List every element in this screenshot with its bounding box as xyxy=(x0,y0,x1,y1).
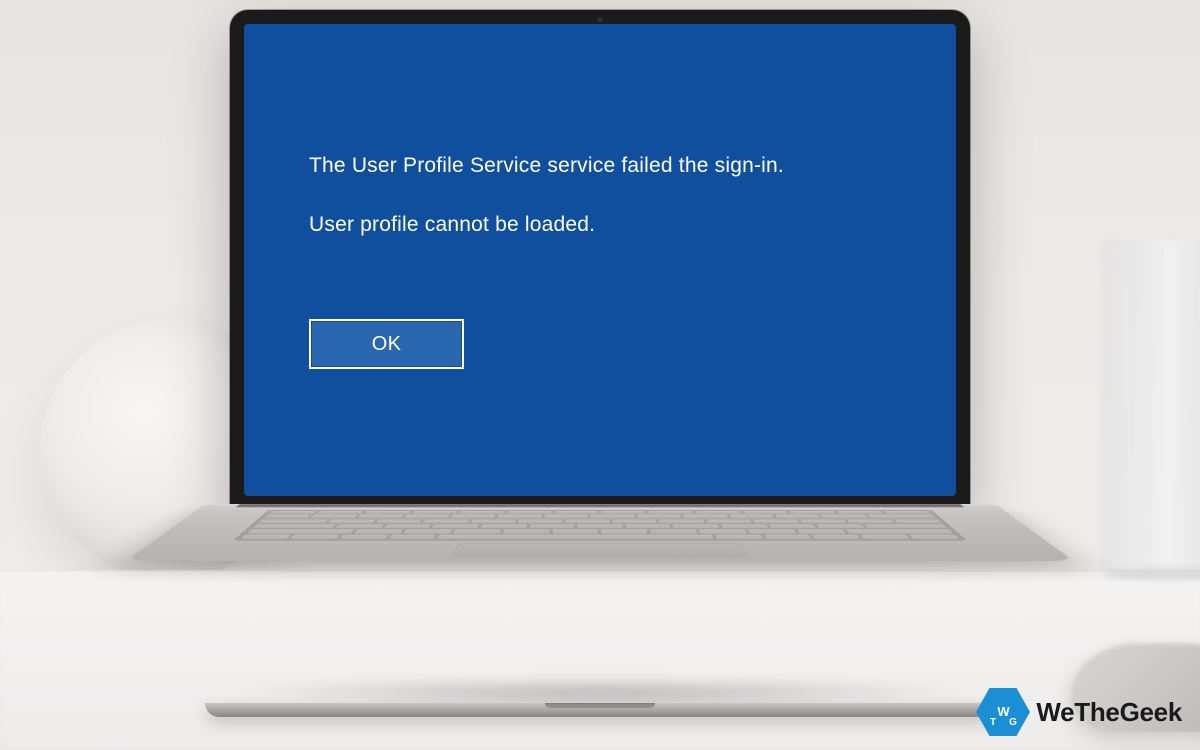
brand-watermark: W T G WeTheGeek xyxy=(976,688,1182,736)
laptop-front-edge xyxy=(205,703,995,717)
laptop-hinge xyxy=(236,504,964,507)
glass-object xyxy=(1100,240,1200,580)
laptop-lid: The User Profile Service service failed … xyxy=(230,10,970,510)
svg-text:T: T xyxy=(990,717,996,728)
laptop-trackpad xyxy=(451,544,748,558)
error-title: The User Profile Service service failed … xyxy=(309,151,891,180)
laptop-deck xyxy=(126,504,1074,561)
laptop-keyboard xyxy=(233,510,967,541)
brand-name: WeTheGeek xyxy=(1036,697,1182,728)
laptop-base xyxy=(205,504,995,714)
laptop-device: The User Profile Service service failed … xyxy=(205,10,995,714)
svg-text:G: G xyxy=(1009,717,1017,728)
error-subtitle: User profile cannot be loaded. xyxy=(309,210,891,239)
error-screen: The User Profile Service service failed … xyxy=(244,24,956,496)
laptop-notch xyxy=(545,703,655,708)
brand-hexagon-icon: W T G xyxy=(976,688,1030,736)
ok-button[interactable]: OK xyxy=(309,319,464,369)
